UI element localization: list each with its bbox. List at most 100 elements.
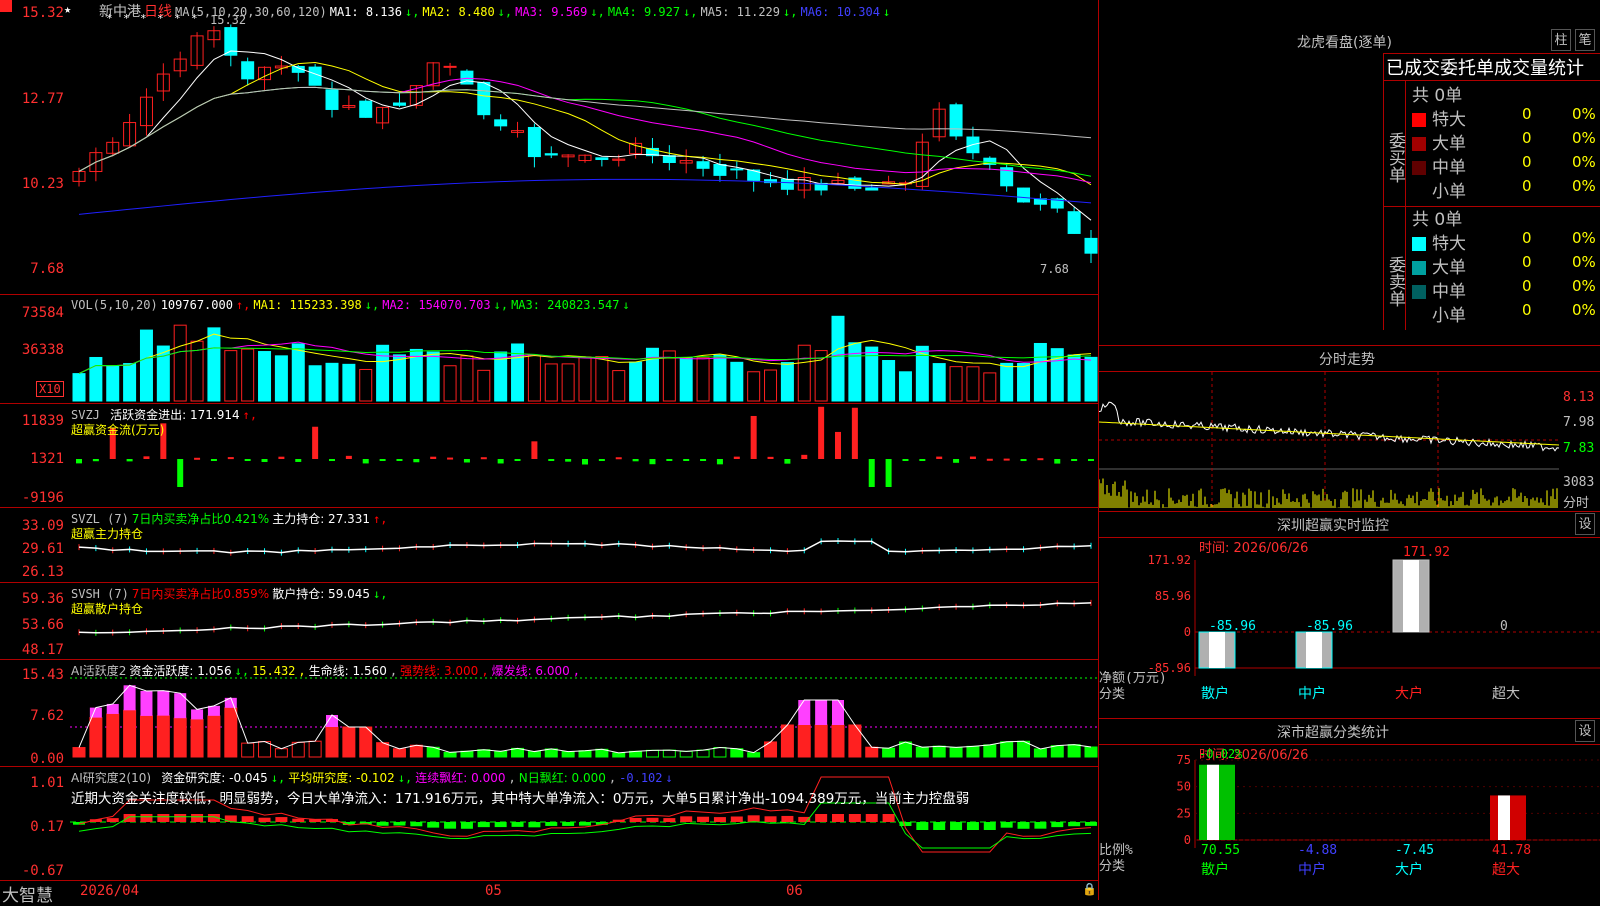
research-bar: [781, 815, 794, 822]
volume-bar: [1084, 356, 1098, 402]
row-name: 特大: [1432, 234, 1466, 254]
flow-bar: [615, 457, 622, 460]
flow-bar: [261, 459, 268, 462]
volume-bar: [89, 356, 103, 402]
research-bar: [747, 815, 760, 822]
tick-mode-button[interactable]: 笔: [1575, 29, 1595, 51]
lock-icon[interactable]: 🔒: [1082, 882, 1097, 896]
category-label: 散户: [1201, 861, 1229, 878]
research-bar: [1000, 822, 1013, 828]
flow-bar: [76, 459, 82, 464]
row-count: 0: [1522, 301, 1532, 319]
row-name: 特大: [1432, 110, 1466, 130]
svsh-panel[interactable]: SVSH (7) 7日内买卖净占比0.859% 散户持仓: 59.045 ↓, 超赢散…: [0, 583, 1098, 660]
ai2-res: 资金研究度: -0.045: [161, 771, 268, 785]
svzl-ratio: 7日内买卖净占比0.421%: [131, 512, 270, 526]
candle: [713, 164, 727, 176]
monitor-panel[interactable]: 深圳超赢实时监控 设 时间: 2026/06/26 171.92 85.96 0 -8…: [1099, 511, 1600, 719]
ai2-label: AI研究度2(10): [71, 771, 152, 785]
svzj-label: SVZJ: [71, 408, 100, 422]
intraday-panel[interactable]: 分时走势 8.13 7.98 7.83 3083 分时: [1099, 345, 1600, 512]
research-bar: [545, 822, 558, 826]
ma3-value: MA3: 9.569: [515, 5, 588, 19]
ai-activity-panel[interactable]: AI活跃度2 资金活跃度: 1.056 ↓, 15.432, 生命线: 1.560, 强势…: [0, 660, 1098, 767]
ai-research-panel[interactable]: AI研究度2(10) 资金研究度: -0.045 ↓, 平均研究度: -0.102 ↓…: [0, 767, 1098, 880]
classification-settings-button[interactable]: 设: [1575, 720, 1595, 742]
volume-bar: [983, 372, 997, 402]
row-count: 0: [1522, 105, 1532, 123]
axis-tick: 7.83: [1563, 441, 1595, 456]
lhb-row: 小单 0 0%: [1412, 301, 1600, 326]
period-label[interactable]: 日线: [144, 4, 172, 20]
candlestick-chart[interactable]: * * * * * *: [0, 0, 1098, 295]
flow-bar: [480, 457, 487, 460]
candle: [325, 89, 339, 110]
research-bar: [848, 814, 861, 822]
flow-bar: [413, 459, 420, 463]
research-bar: [241, 816, 254, 822]
volume-bar: [645, 347, 659, 402]
buy-total: 共 0单: [1412, 86, 1463, 106]
flow-bar: [733, 456, 740, 459]
volume-bar: [325, 362, 339, 402]
candle: [865, 187, 879, 191]
activity-bar: [443, 751, 457, 758]
candle: [696, 161, 710, 169]
svsh-ratio: 7日内买卖净占比0.859%: [131, 587, 270, 601]
row-count: 0: [1522, 129, 1532, 147]
research-bar: [933, 822, 946, 830]
intraday-unit: 分时: [1563, 496, 1590, 511]
volume-panel[interactable]: VOL(5,10,20) 109767.000 ↑, MA1: 115233.398 ↓…: [0, 295, 1098, 404]
main-chart-panel[interactable]: * * * * * * ★ 新中港 日线 MA(5,10,20,30,60,120) MA1: …: [0, 0, 1098, 295]
svzj-sub: 超赢资金流(万元): [71, 423, 165, 437]
buy-section: 委买单 共 0单 特大 0 0% 大单 0 0% 中单 0 0% 小单 0 0%: [1383, 80, 1600, 207]
axis-tick: 0: [1184, 625, 1191, 639]
candle: [1067, 211, 1081, 234]
lhb-row: 中单 0 0%: [1412, 153, 1600, 178]
monitor-settings-button[interactable]: 设: [1575, 513, 1595, 535]
flow-bar: [649, 459, 656, 465]
candle: [730, 168, 744, 171]
lhb-row: 大单 0 0%: [1412, 129, 1600, 154]
research-bar: [562, 822, 575, 826]
research-bar: [1034, 822, 1047, 829]
row-name: 大单: [1432, 134, 1466, 154]
activity-bar: [241, 742, 255, 758]
month-label: 06: [786, 883, 803, 899]
research-bar: [966, 822, 979, 830]
research-bar: [511, 822, 524, 827]
classification-bar-chart[interactable]: 75 50 25 0 -0.02% 70.55 散户 -4.88 中户 -7.45 大户 41.78 超…: [1099, 745, 1600, 900]
ai1-act: 资金活跃度: 1.056: [129, 664, 232, 678]
axis-tick: 85.96: [1155, 589, 1191, 603]
axis-tick: 48.17: [21, 642, 64, 658]
value-label: -85.96: [1209, 619, 1256, 634]
volume-bar: [106, 365, 120, 402]
volume-bar: [376, 344, 390, 402]
volume-bar: [679, 357, 693, 402]
axis-tick: 26.13: [21, 564, 64, 580]
volume-bar: [578, 356, 592, 402]
avg-price-line: [1099, 421, 1559, 446]
svzl-panel[interactable]: SVZL (7) 7日内买卖净占比0.421% 主力持仓: 27.331 ↑, 超赢主…: [0, 508, 1098, 583]
classification-panel[interactable]: 深市超赢分类统计 设 时间: 2026/06/26 75 50 25 0 -0.02% 7…: [1099, 718, 1600, 900]
row-percent: 0%: [1572, 153, 1596, 171]
intraday-chart[interactable]: [1099, 372, 1559, 510]
bar-mode-button[interactable]: 柱: [1551, 29, 1571, 51]
volume-bar: [527, 354, 541, 402]
svzj-panel[interactable]: SVZJ 活跃资金进出: 171.914 ↑, 超赢资金流(万元) 11839 1…: [0, 404, 1098, 508]
monitor-bar-chart[interactable]: 171.9285.960-85.96-85.96散户-85.96中户171.92…: [1099, 538, 1600, 718]
candle: [1084, 237, 1098, 254]
activity-bar: [679, 750, 693, 758]
research-bar: [697, 816, 710, 822]
row-percent: 0%: [1572, 129, 1596, 147]
research-bar: [292, 818, 305, 822]
flow-bar: [1020, 459, 1027, 462]
research-bar: [680, 816, 693, 822]
candle: [949, 104, 963, 137]
date-axis: 大智慧 2026/04 05 06 🔒: [0, 880, 1098, 906]
candle: [780, 178, 794, 190]
low-label: 7.68: [1040, 262, 1069, 276]
flow-bar: [1037, 458, 1044, 461]
volume-bar: [629, 361, 643, 402]
flow-bar: [244, 459, 251, 461]
